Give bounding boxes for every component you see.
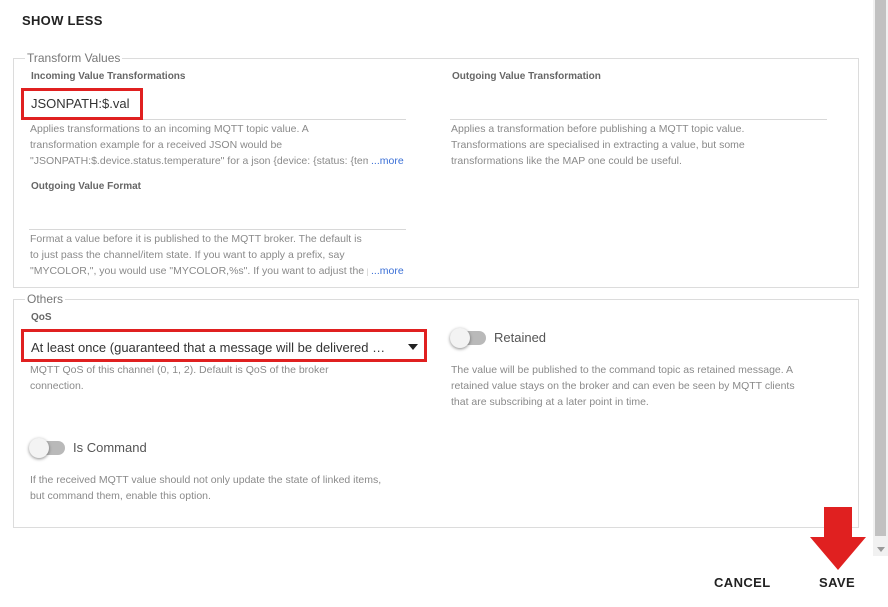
- qos-help-line-1: MQTT QoS of this channel (0, 1, 2). Defa…: [30, 364, 329, 376]
- format-help-line-1: Format a value before it is published to…: [30, 233, 362, 245]
- outgoing-help-line-3: transformations like the MAP one could b…: [451, 155, 682, 167]
- cancel-button[interactable]: CANCEL: [714, 575, 771, 590]
- qos-help: MQTT QoS of this channel (0, 1, 2). Defa…: [30, 362, 410, 394]
- retained-help-line-2: retained value stays on the broker and c…: [451, 380, 795, 392]
- retained-toggle-knob: [450, 328, 470, 348]
- is-command-toggle-knob: [29, 438, 49, 458]
- vertical-scrollbar[interactable]: [873, 0, 888, 556]
- scrollbar-thumb[interactable]: [875, 0, 886, 536]
- outgoing-format-label: Outgoing Value Format: [31, 181, 142, 192]
- outgoing-format-help: Format a value before it is published to…: [30, 231, 406, 279]
- incoming-help-line-3: "JSONPATH:$.device.status.temperature" f…: [30, 155, 368, 167]
- outgoing-help-line-1: Applies a transformation before publishi…: [451, 123, 745, 135]
- retained-label: Retained: [494, 330, 547, 345]
- is-command-toggle[interactable]: [29, 438, 65, 458]
- retained-help-line-3: that are subscribing at a later point in…: [451, 396, 649, 408]
- is-command-label: Is Command: [73, 440, 147, 455]
- outgoing-transformation-help: Applies a transformation before publishi…: [451, 121, 831, 169]
- incoming-more-link[interactable]: ...more: [371, 153, 404, 169]
- outgoing-format-input[interactable]: [31, 206, 401, 224]
- incoming-help-line-1: Applies transformations to an incoming M…: [30, 123, 309, 135]
- save-button[interactable]: SAVE: [819, 575, 855, 590]
- retained-help: The value will be published to the comma…: [451, 362, 846, 410]
- incoming-help-line-2: transformation example for a received JS…: [30, 139, 283, 151]
- outgoing-help-line-2: Transformations are specialised in extra…: [451, 139, 745, 151]
- retained-help-line-1: The value will be published to the comma…: [451, 364, 794, 376]
- is-command-help: If the received MQTT value should not on…: [30, 472, 430, 504]
- outgoing-format-more-link[interactable]: ...more: [371, 263, 404, 279]
- outgoing-transformation-input[interactable]: [452, 96, 822, 114]
- others-legend: Others: [25, 292, 66, 306]
- incoming-transformation-highlight: [21, 88, 143, 120]
- qos-label: QoS: [31, 312, 52, 323]
- incoming-transformation-label: Incoming Value Transformations: [31, 71, 186, 82]
- outgoing-transformation-label: Outgoing Value Transformation: [452, 71, 601, 82]
- format-help-line-3: "MYCOLOR,", you would use "MYCOLOR,%s". …: [30, 265, 368, 277]
- qos-highlight: [21, 329, 427, 362]
- is-command-help-line-2: but command them, enable this option.: [30, 490, 211, 502]
- scroll-down-arrow-icon[interactable]: [877, 547, 885, 552]
- is-command-help-line-1: If the received MQTT value should not on…: [30, 474, 382, 486]
- incoming-transformation-help: Applies transformations to an incoming M…: [30, 121, 406, 169]
- show-less-button[interactable]: SHOW LESS: [22, 13, 103, 28]
- outgoing-format-underline: [29, 229, 406, 230]
- transform-values-legend: Transform Values: [25, 51, 123, 65]
- arrow-down-icon: [810, 507, 866, 570]
- format-help-line-2: to just pass the channel/item state. If …: [30, 249, 345, 261]
- retained-toggle[interactable]: [450, 328, 486, 348]
- outgoing-transformation-underline: [450, 119, 827, 120]
- qos-help-line-2: connection.: [30, 380, 84, 392]
